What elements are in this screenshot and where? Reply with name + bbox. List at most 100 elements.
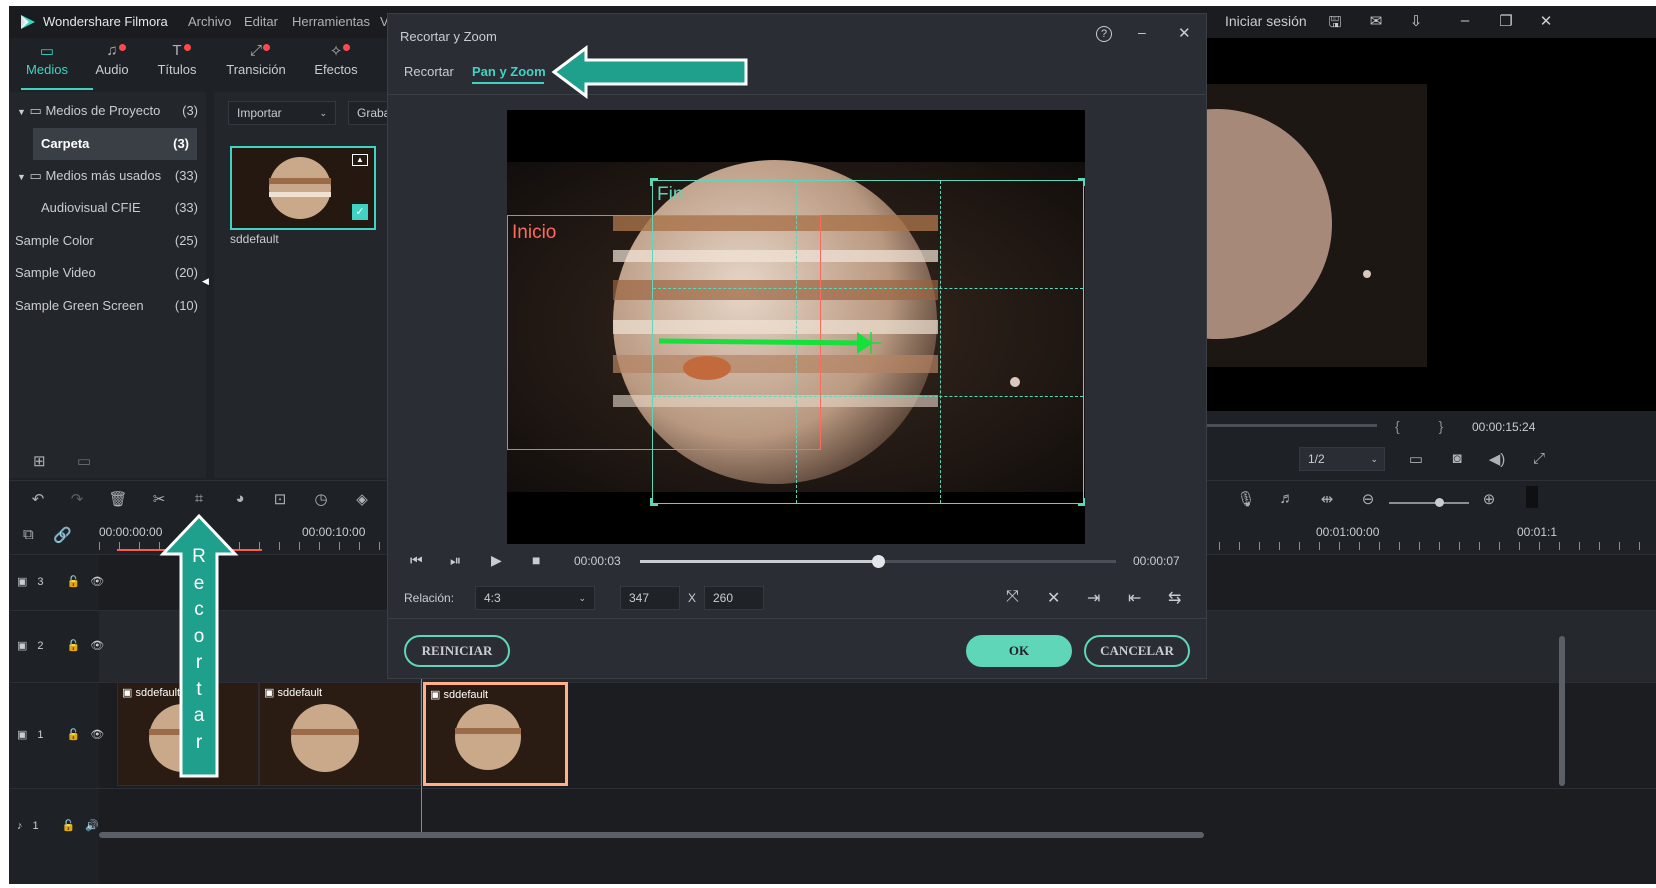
undo-icon[interactable]: ↶: [26, 490, 50, 508]
preview-brackets[interactable]: { }: [1395, 418, 1443, 434]
library-item-cfie[interactable]: Audiovisual CFIE (33): [9, 192, 206, 224]
preview-scrubber[interactable]: [1207, 424, 1377, 427]
eye-icon[interactable]: 👁: [90, 729, 114, 741]
lock-icon[interactable]: 🔓: [67, 729, 91, 741]
snapshot-camera-icon[interactable]: ◙: [1445, 450, 1469, 467]
mail-icon[interactable]: ✉: [1364, 12, 1388, 30]
volume-icon[interactable]: ◀): [1485, 450, 1509, 468]
timeline-vscrollbar[interactable]: [1559, 636, 1565, 786]
redo-icon[interactable]: ↷: [65, 490, 89, 508]
keyframe-icon[interactable]: ◈: [350, 490, 374, 508]
resize-handle[interactable]: [650, 498, 658, 506]
play-icon[interactable]: ▶: [491, 552, 502, 569]
lock-icon[interactable]: 🔓: [62, 820, 86, 832]
zoom-out-icon[interactable]: ⊖: [1356, 490, 1380, 508]
cancel-button[interactable]: CANCELAR: [1084, 635, 1190, 667]
track-controls[interactable]: ♪1 🔓🔊: [17, 819, 109, 832]
menu-herramientas[interactable]: Herramientas: [292, 14, 370, 29]
track-controls[interactable]: ▣1 🔓👁: [17, 728, 114, 741]
minimize-icon[interactable]: –: [1453, 12, 1477, 29]
width-input[interactable]: 347: [620, 586, 680, 610]
library-item-video[interactable]: Sample Video (20): [9, 257, 206, 289]
folder-outline-icon[interactable]: ▭: [77, 452, 91, 470]
pan-zoom-canvas[interactable]: Inicio Fin: [507, 110, 1085, 544]
track-controls[interactable]: ▣3 🔓👁: [17, 575, 114, 588]
microphone-icon[interactable]: 🎙: [1234, 490, 1258, 508]
menu-archivo[interactable]: Archivo: [188, 14, 231, 29]
fit-timeline-icon[interactable]: ⇹: [1315, 490, 1339, 508]
speed-timer-icon[interactable]: ◷: [309, 490, 333, 508]
play-frame-icon[interactable]: ⏯: [450, 552, 461, 569]
download-icon[interactable]: ⇩: [1404, 12, 1428, 30]
add-track-icon[interactable]: ⧉: [23, 526, 34, 543]
zoom-slider[interactable]: [1389, 498, 1469, 507]
tab-titulos[interactable]: T Títulos: [142, 42, 212, 77]
timeline-scrollbar[interactable]: [99, 832, 1204, 838]
track-controls[interactable]: ▣2 🔓👁: [17, 639, 114, 652]
lock-icon[interactable]: 🔓: [67, 640, 91, 652]
lock-icon[interactable]: 🔓: [67, 576, 91, 588]
library-item-mas-usados[interactable]: ▼ ▭ Medios más usados (33): [9, 160, 206, 192]
library-item-label: Audiovisual CFIE: [41, 200, 141, 215]
color-palette-icon[interactable]: ◕: [228, 490, 252, 507]
dialog-minimize-icon[interactable]: –: [1138, 24, 1146, 40]
library-item-proyecto[interactable]: ▼ ▭ Medios de Proyecto (3): [9, 95, 206, 127]
timeline-clip-selected[interactable]: ▣ sddefault: [423, 682, 568, 786]
close-window-icon[interactable]: ✕: [1534, 12, 1558, 30]
resize-handle[interactable]: [1078, 498, 1085, 506]
record-dropdown[interactable]: Graba: [348, 101, 390, 125]
help-icon[interactable]: ?: [1096, 26, 1112, 42]
link-icon[interactable]: 🔗: [53, 526, 72, 544]
cut-icon[interactable]: ✂: [147, 490, 171, 508]
chevron-down-icon: ⌄: [1370, 454, 1378, 464]
height-input[interactable]: 260: [704, 586, 764, 610]
preview-ratio-dropdown[interactable]: 1/2 ⌄: [1299, 447, 1385, 471]
eye-icon[interactable]: 👁: [90, 576, 114, 588]
crop-icon[interactable]: ⌗: [187, 490, 211, 507]
zoom-in-icon[interactable]: ⊕: [1477, 490, 1501, 508]
stop-icon[interactable]: ■: [532, 552, 540, 568]
speaker-icon[interactable]: 🔊: [85, 820, 109, 832]
align-end-icon[interactable]: ⇥: [1087, 588, 1100, 608]
reset-button[interactable]: REINICIAR: [404, 635, 510, 667]
menu-editar[interactable]: Editar: [244, 14, 278, 29]
collapse-arrow-icon[interactable]: ◀: [202, 276, 209, 287]
media-thumbnail[interactable]: ▲ ✓: [230, 146, 376, 230]
green-screen-icon[interactable]: ⊡: [268, 490, 292, 508]
playback-progress[interactable]: [640, 555, 1116, 568]
new-folder-icon[interactable]: ⊞: [33, 452, 46, 470]
dialog-close-icon[interactable]: ✕: [1178, 24, 1191, 42]
swap-cross-icon[interactable]: ✕: [1047, 588, 1060, 608]
tab-medios[interactable]: ▭ Medios: [12, 42, 82, 77]
import-dropdown[interactable]: Importar ⌄: [228, 101, 336, 125]
monitor-icon[interactable]: ▭: [1404, 450, 1428, 468]
signin-link[interactable]: Iniciar sesión: [1225, 13, 1307, 29]
tab-transicion[interactable]: ⤢ Transición: [221, 42, 291, 77]
swap-icon[interactable]: ⇆: [1168, 588, 1181, 608]
delete-icon[interactable]: 🗑: [106, 490, 130, 508]
tab-efectos[interactable]: ✧ Efectos: [301, 42, 371, 77]
annotation-letter: c: [194, 599, 204, 620]
fullscreen-icon[interactable]: ⤢: [1527, 450, 1551, 467]
ratio-dropdown[interactable]: 4:3 ⌄: [475, 586, 595, 610]
tab-recortar[interactable]: Recortar: [404, 64, 454, 79]
library-item-carpeta[interactable]: Carpeta (3): [33, 128, 197, 160]
resize-handle[interactable]: [1078, 178, 1085, 186]
eye-icon[interactable]: 👁: [90, 640, 114, 652]
library-item-count: (25): [174, 233, 198, 248]
tab-pan-zoom[interactable]: Pan y Zoom: [472, 64, 546, 79]
timeline-clip[interactable]: ▣ sddefault: [259, 682, 421, 786]
fit-center-icon[interactable]: ⤧: [1006, 588, 1019, 606]
library-item-color[interactable]: Sample Color (25): [9, 225, 206, 257]
restore-icon[interactable]: ❐: [1494, 12, 1518, 30]
prev-frame-icon[interactable]: ⏮: [410, 552, 423, 569]
save-icon[interactable]: 🖫: [1323, 12, 1347, 37]
library-item-green[interactable]: Sample Green Screen (10): [9, 290, 206, 322]
zoom-slider-thumb[interactable]: [1435, 498, 1444, 507]
playback-thumb[interactable]: [872, 555, 885, 568]
panel-toggle-icon[interactable]: [1526, 486, 1538, 508]
align-start-icon[interactable]: ⇤: [1128, 588, 1141, 608]
ok-button[interactable]: OK: [966, 635, 1072, 667]
tab-audio[interactable]: ♫ Audio: [77, 42, 147, 77]
audio-mixer-icon[interactable]: ♬: [1275, 490, 1299, 507]
